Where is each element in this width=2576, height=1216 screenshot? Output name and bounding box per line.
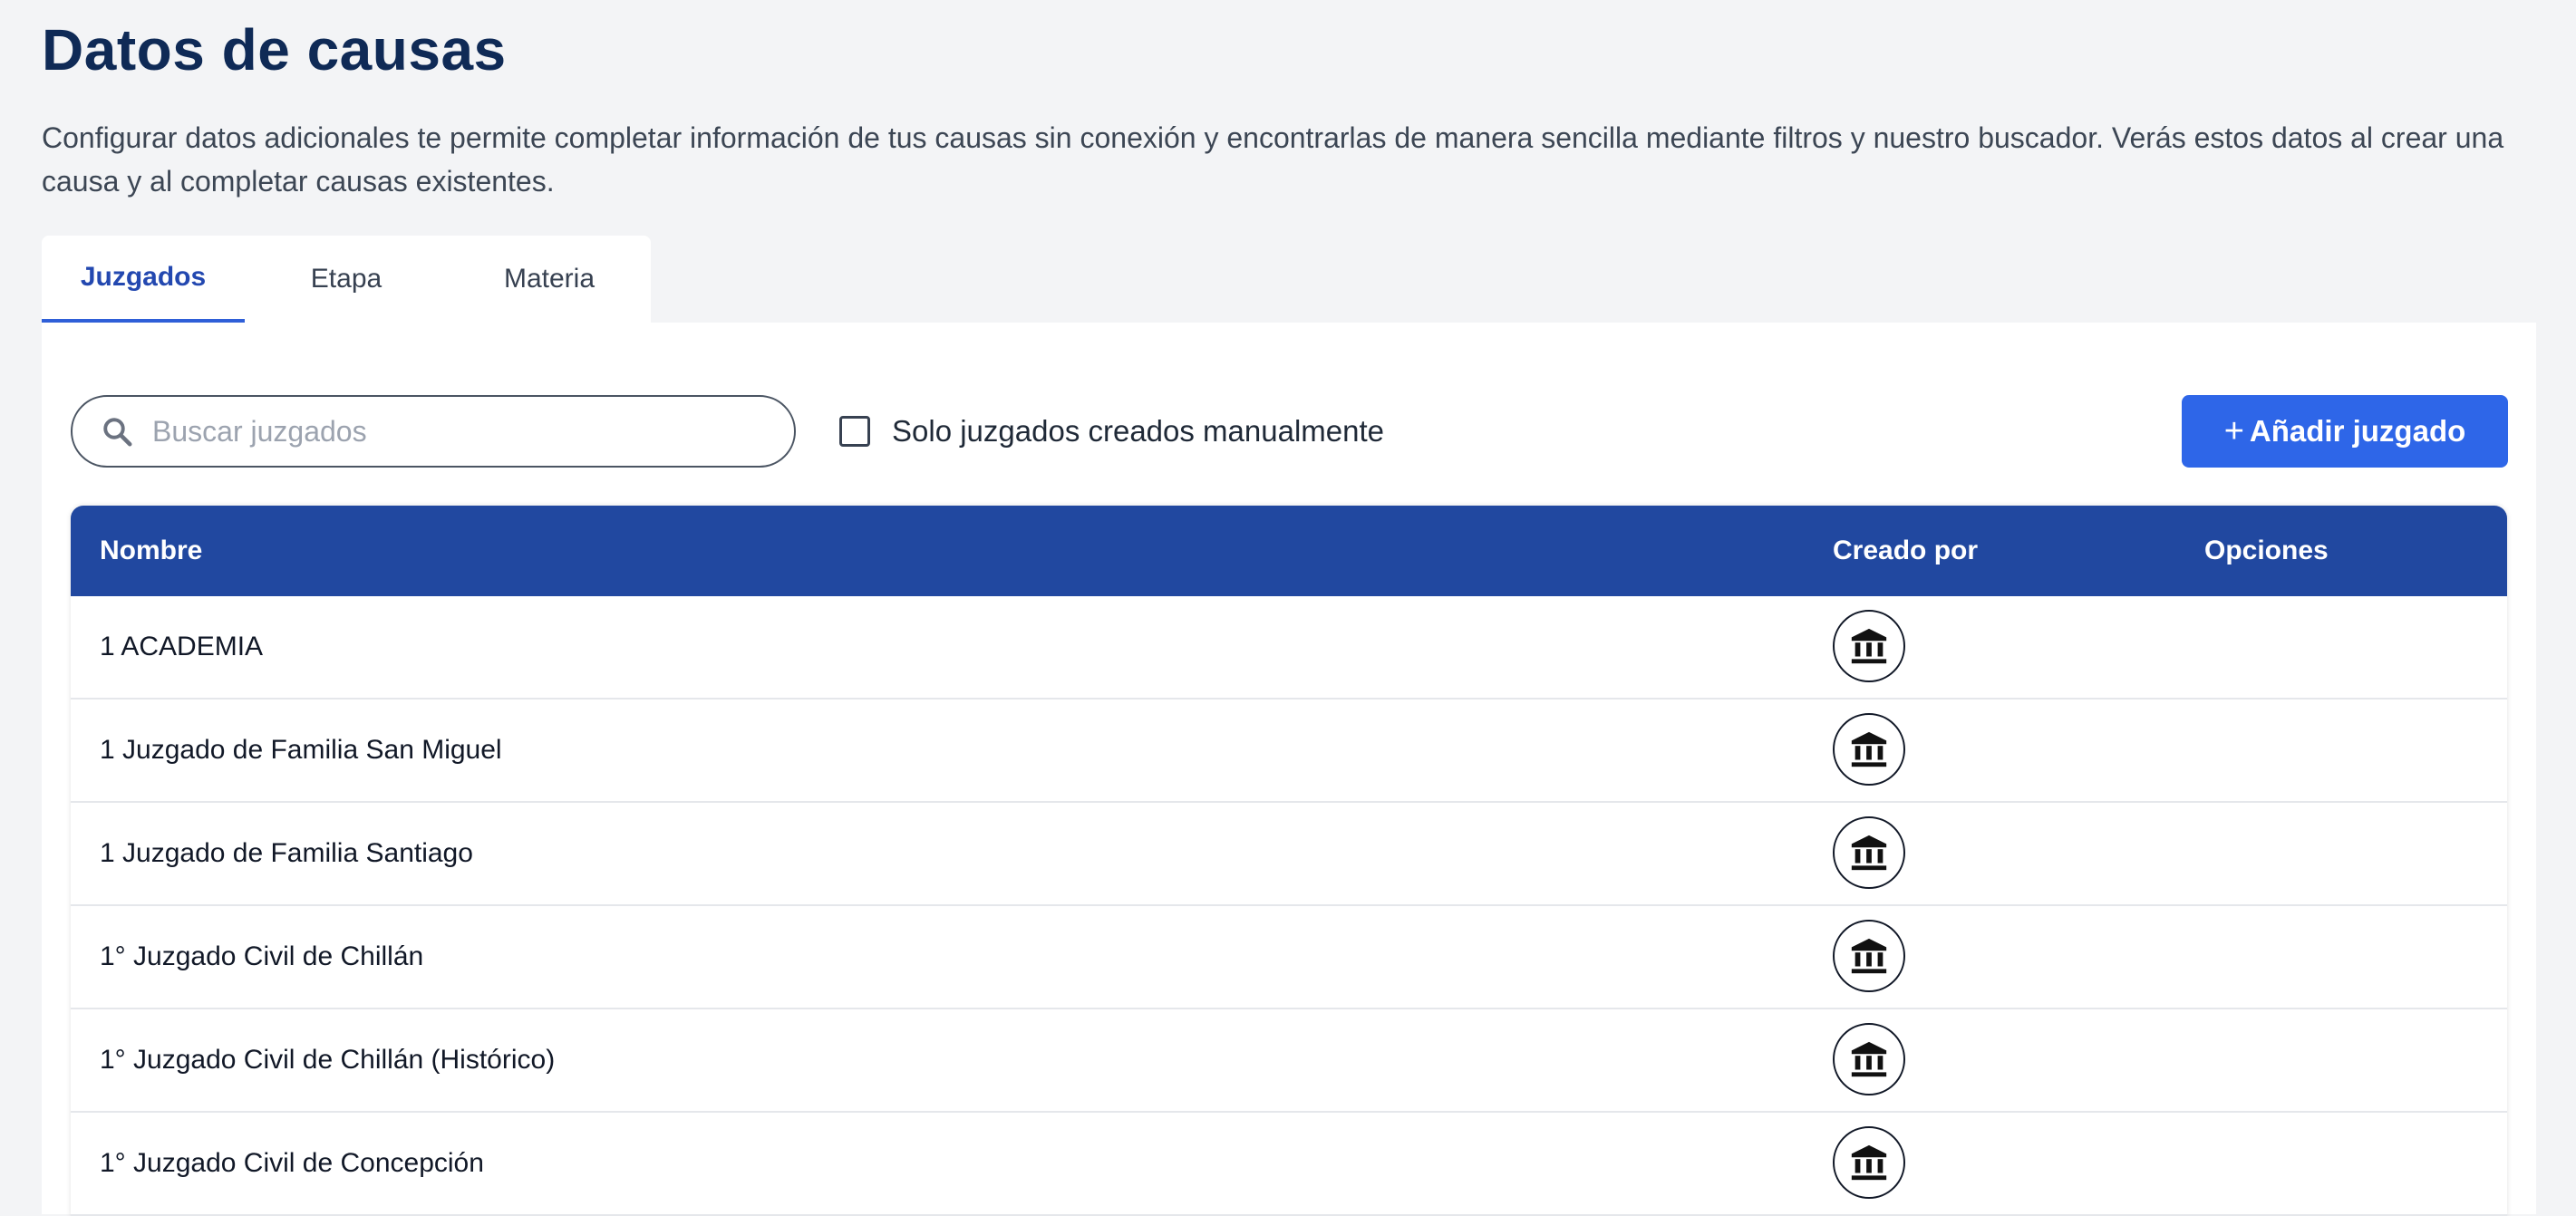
row-name: 1 Juzgado de Familia San Miguel xyxy=(100,735,502,765)
page-description: Configurar datos adicionales te permite … xyxy=(42,121,2504,198)
tab-materia[interactable]: Materia xyxy=(448,236,651,323)
table-row[interactable]: 1° Juzgado Civil de Chillán xyxy=(71,906,2507,1009)
table-row[interactable]: 1 ACADEMIA xyxy=(71,596,2507,700)
row-name: 1° Juzgado Civil de Chillán (Histórico) xyxy=(100,1045,556,1075)
add-juzgado-label: Añadir juzgado xyxy=(2249,414,2466,448)
courthouse-icon xyxy=(1833,816,1905,889)
courthouse-icon xyxy=(1833,610,1905,682)
juzgados-table: Nombre Creado por Opciones 1 ACADEMIA 1 … xyxy=(71,506,2507,1216)
table-header: Nombre Creado por Opciones xyxy=(71,506,2507,596)
table-row[interactable]: 1 Juzgado de Familia Santiago xyxy=(71,803,2507,906)
manual-filter[interactable]: Solo juzgados creados manualmente xyxy=(839,395,1384,468)
tab-bar: Juzgados Etapa Materia xyxy=(42,236,651,323)
column-header-creator: Creado por xyxy=(1833,536,1979,565)
page-title: Datos de causas xyxy=(42,17,507,82)
add-juzgado-button[interactable]: + Añadir juzgado xyxy=(2182,395,2508,468)
row-name: 1 Juzgado de Familia Santiago xyxy=(100,838,473,868)
column-header-name: Nombre xyxy=(100,536,203,565)
courthouse-icon xyxy=(1833,713,1905,786)
manual-filter-label: Solo juzgados creados manualmente xyxy=(892,414,1385,448)
plus-icon: + xyxy=(2223,411,2244,450)
tab-etapa[interactable]: Etapa xyxy=(245,236,448,323)
courthouse-icon xyxy=(1833,1126,1905,1199)
tab-juzgados[interactable]: Juzgados xyxy=(42,236,245,323)
table-row[interactable]: 1 Juzgado de Familia San Miguel xyxy=(71,700,2507,803)
search-icon xyxy=(100,414,134,449)
column-header-options: Opciones xyxy=(2204,536,2329,565)
juzgados-panel: Solo juzgados creados manualmente + Añad… xyxy=(42,323,2536,1216)
search-box[interactable] xyxy=(71,395,796,468)
manual-filter-checkbox[interactable] xyxy=(839,416,870,447)
courthouse-icon xyxy=(1833,1023,1905,1095)
courthouse-icon xyxy=(1833,920,1905,992)
row-name: 1 ACADEMIA xyxy=(100,632,264,661)
table-row[interactable]: 1° Juzgado Civil de Concepción xyxy=(71,1113,2507,1216)
page: Datos de causas Configurar datos adicion… xyxy=(42,0,2536,1216)
row-name: 1° Juzgado Civil de Chillán xyxy=(100,941,424,971)
search-input[interactable] xyxy=(150,403,770,459)
row-name: 1° Juzgado Civil de Concepción xyxy=(100,1148,484,1178)
table-row[interactable]: 1° Juzgado Civil de Chillán (Histórico) xyxy=(71,1009,2507,1113)
